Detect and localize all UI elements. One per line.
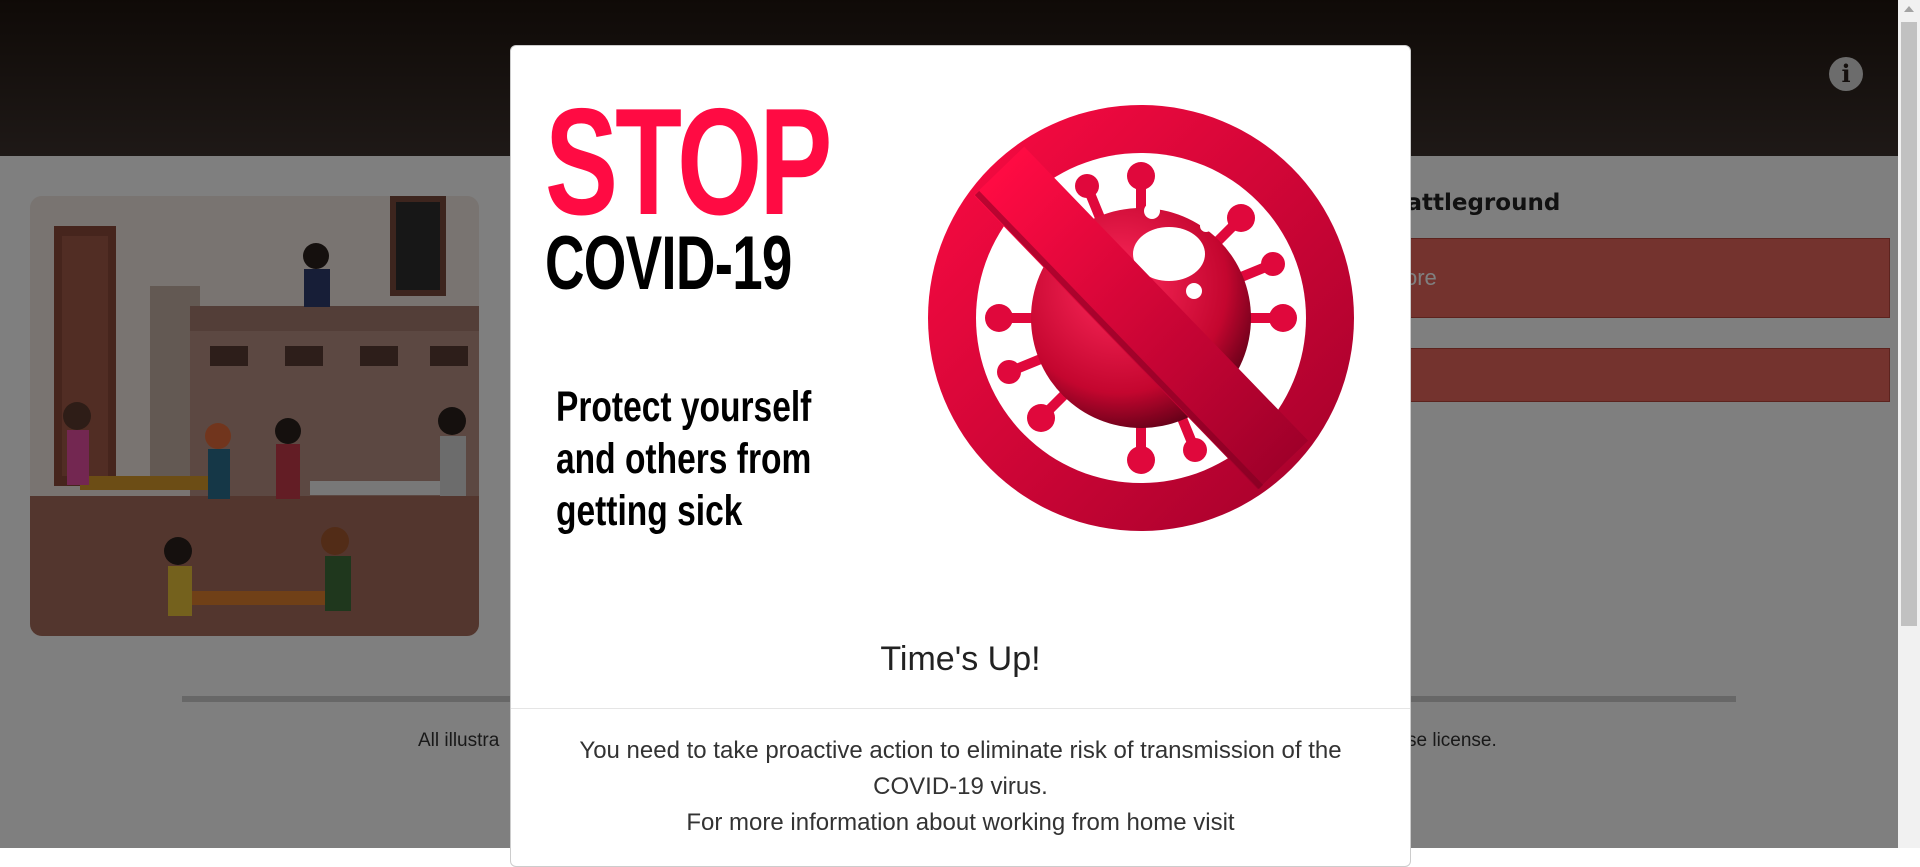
virus-prohibited-icon <box>928 105 1354 531</box>
scroll-up-arrow-icon[interactable] <box>1904 6 1914 12</box>
scrollbar-thumb[interactable] <box>1901 22 1917 626</box>
poster-headline: STOP <box>545 77 832 247</box>
poster-tagline: Protect yourself and others from getting… <box>556 383 812 535</box>
modal-header-separator <box>511 708 1410 709</box>
modal-message-line2: For more information about working from … <box>686 809 1235 836</box>
modal-message-line1: You need to take proactive action to eli… <box>579 737 1342 800</box>
poster-subject: COVID-19 <box>545 221 792 306</box>
covid-warning-modal: STOP COVID-19 Protect yourself and other… <box>510 45 1411 867</box>
modal-message: You need to take proactive action to eli… <box>541 733 1380 841</box>
modal-title: Time's Up! <box>880 640 1041 678</box>
vertical-scrollbar[interactable] <box>1898 0 1920 848</box>
